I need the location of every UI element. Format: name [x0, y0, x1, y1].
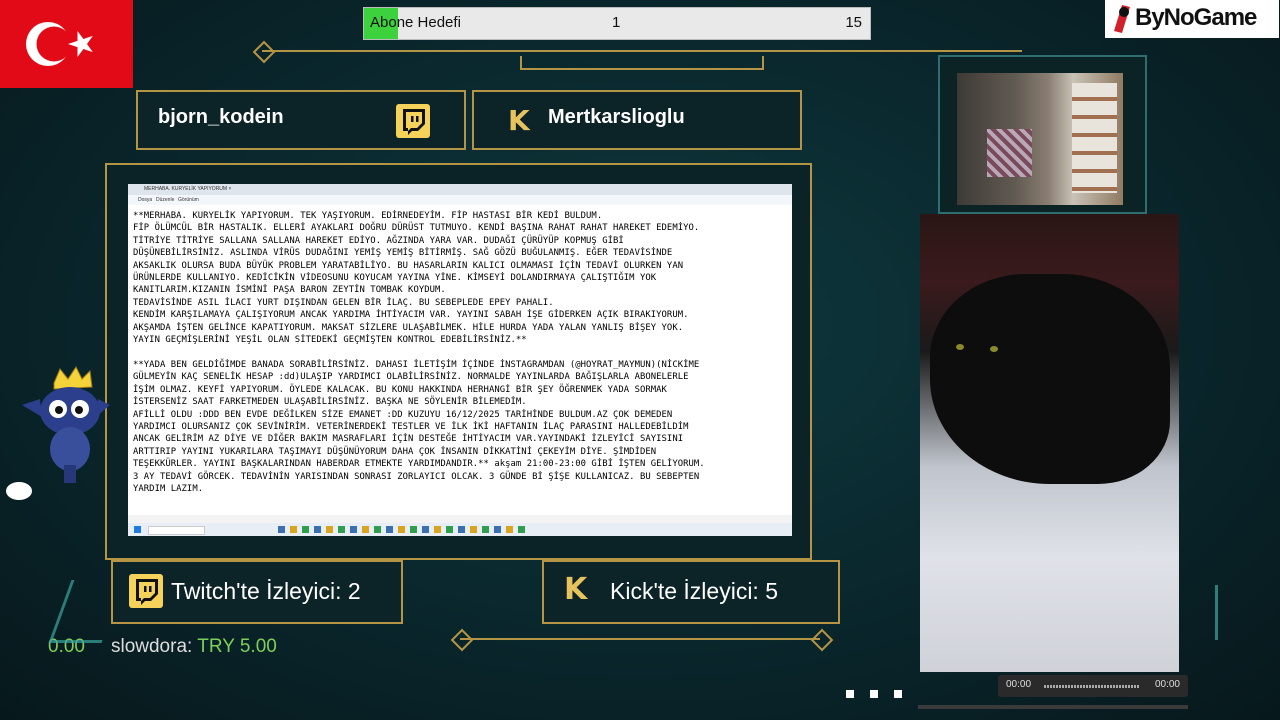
editor-tab-bar: MERHABA. KURYELİK YAPIYORUM × [128, 184, 792, 195]
slide-dot-3[interactable] [894, 690, 902, 698]
windows-taskbar [128, 523, 792, 536]
goal-target: 15 [845, 14, 862, 31]
twitch-viewer-count: Twitch'te İzleyici: 2 [171, 578, 361, 604]
video-progress-track[interactable] [918, 705, 1188, 709]
menu-file[interactable]: Dosya [138, 197, 152, 203]
bynogame-logo: ByNoGame [1105, 0, 1279, 38]
editor-menu-bar: Dosya Düzenle Görünüm [128, 195, 792, 205]
goal-label: Abone Hedefi [370, 14, 461, 31]
webcam-feed [957, 73, 1123, 205]
cat-eye-right [990, 346, 998, 352]
editor-document-text[interactable]: **MERHABA. KURYELİK YAPIYORUM. TEK YAŞIY… [133, 210, 792, 495]
slide-dot-1[interactable] [846, 690, 854, 698]
webcam-blanket [987, 129, 1032, 177]
kick-icon: K [564, 572, 588, 607]
editor-status-bar [128, 515, 792, 523]
flag-crescent-star-icon [0, 0, 133, 88]
slide-dot-2[interactable] [870, 690, 878, 698]
webcam-bookshelf [1072, 83, 1117, 193]
bottom-decor-line [460, 638, 820, 640]
video-time-current: 00:00 [1006, 679, 1032, 690]
top-decor-line [262, 50, 1022, 52]
kick-streamer-name: Mertkarslioglu [548, 106, 685, 128]
cat-eye-left [956, 344, 964, 350]
ticker-donor-name: slowdora: [110, 636, 193, 657]
twitch-name-plate: bjorn_kodein [136, 90, 466, 150]
editor-tab-title[interactable]: MERHABA. KURYELİK YAPIYORUM × [144, 186, 231, 192]
menu-view[interactable]: Görünüm [178, 197, 199, 203]
cat-video[interactable] [920, 214, 1179, 672]
taskbar-app-icons[interactable] [278, 526, 528, 533]
windows-start-icon[interactable] [134, 526, 141, 533]
goal-current: 1 [612, 14, 621, 31]
video-controls[interactable]: 00:00 00:00 [998, 675, 1188, 697]
logo-text: ByNoGame [1135, 4, 1257, 31]
ticker-donation-amount: TRY 5.00 [197, 636, 277, 657]
cat-image [930, 274, 1170, 484]
bynogame-logo-icon [1114, 5, 1130, 33]
teal-decor-right [1185, 585, 1218, 640]
king-dragon-mascot-icon [22, 366, 110, 483]
twitch-viewer-counter: Twitch'te İzleyici: 2 [111, 560, 403, 624]
twitch-icon [129, 574, 163, 608]
screen-share: MERHABA. KURYELİK YAPIYORUM × Dosya Düze… [128, 184, 792, 536]
twitch-streamer-name: bjorn_kodein [158, 106, 284, 128]
small-emote-icon [6, 482, 32, 500]
kick-viewer-count: Kick'te İzleyici: 5 [610, 578, 778, 604]
turkish-flag [0, 0, 133, 88]
video-time-total: 00:00 [1154, 679, 1180, 690]
twitch-icon [396, 104, 430, 138]
taskbar-search-box[interactable] [148, 526, 205, 535]
decor-diamond-left [252, 40, 276, 64]
mascot-sticker [20, 365, 112, 485]
top-decor-bracket [520, 56, 764, 70]
decor-diamond-bottom-left [450, 628, 474, 652]
kick-viewer-counter: K Kick'te İzleyici: 5 [542, 560, 840, 624]
decor-diamond-bottom-right [810, 628, 834, 652]
kick-name-plate: K Mertkarslioglu [472, 90, 802, 150]
kick-icon: K [508, 104, 530, 137]
subscriber-goal-bar: Abone Hedefi 1 15 [363, 7, 871, 40]
menu-edit[interactable]: Düzenle [156, 197, 174, 203]
video-seek-bar[interactable] [1044, 685, 1140, 688]
